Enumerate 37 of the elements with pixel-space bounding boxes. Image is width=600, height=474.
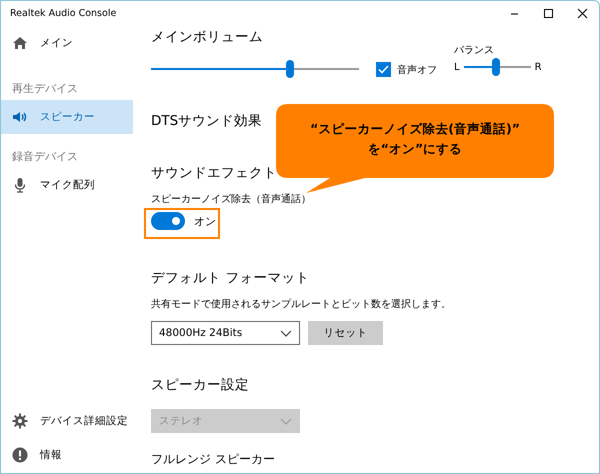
close-icon[interactable]	[576, 8, 588, 19]
maximize-icon[interactable]	[542, 8, 554, 19]
toggle-state-label: オン	[194, 214, 216, 228]
chevron-icon	[280, 418, 292, 424]
gear-icon	[12, 413, 28, 429]
right-label: R	[534, 62, 542, 72]
reset-button[interactable]: リセット	[308, 321, 383, 345]
section-title: メインボリューム	[151, 28, 263, 47]
sidebar-item[interactable]: スピーカー	[1, 100, 133, 134]
mute-checkbox[interactable]	[376, 62, 391, 77]
option-label: スピーカーノイズ除去（音声通話）	[151, 192, 311, 207]
callout-text: “スピーカーノイズ除去(音声通話)” を“オン”にする	[309, 120, 521, 158]
microphone-icon	[12, 177, 28, 193]
sidebar-item[interactable]: デバイス詳細設定	[1, 404, 133, 438]
info-icon	[12, 447, 28, 463]
volume-slider[interactable]	[151, 59, 359, 79]
left-label: L	[454, 62, 460, 72]
section-title: デフォルト フォーマット	[151, 269, 310, 288]
speaker-icon	[12, 109, 28, 125]
section-title: サウンドエフェクト	[151, 164, 277, 183]
sidebar-item[interactable]: 情報	[1, 438, 133, 472]
sidebar-item[interactable]: メイン	[1, 26, 133, 60]
checkbox-label: 音声オフ	[397, 64, 437, 76]
balance-label: バランス	[454, 44, 495, 57]
sidebar-item[interactable]: マイク配列	[1, 168, 133, 202]
chevron-icon	[280, 330, 292, 336]
balance-slider[interactable]	[464, 57, 531, 77]
description-text: 共有モードで使用されるサンプルレートとビット数を選択します。	[151, 298, 451, 312]
dropdown[interactable]: 48000Hz 24Bits	[151, 321, 300, 345]
section-header: 再生デバイス	[11, 80, 79, 96]
home-icon	[12, 35, 28, 51]
section-header: 録音デバイス	[11, 148, 79, 164]
toggle-switch[interactable]	[151, 212, 185, 230]
section-title: スピーカー設定	[151, 376, 249, 395]
subsection-title: フルレンジ スピーカー	[151, 451, 275, 468]
section-title: DTSサウンド効果	[151, 112, 262, 131]
window-title: Realtek Audio Console	[10, 8, 116, 19]
